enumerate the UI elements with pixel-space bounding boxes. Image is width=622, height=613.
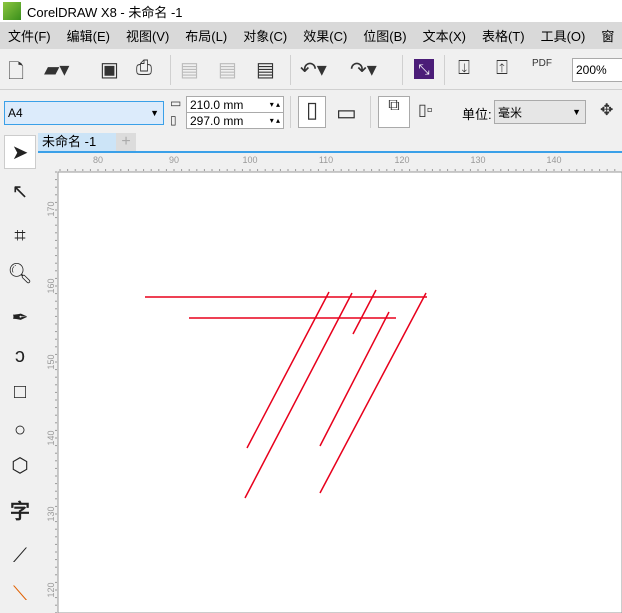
new-document-icon[interactable]: 🗋 bbox=[8, 57, 24, 91]
zoom-value: 200% bbox=[576, 63, 607, 77]
page-size-select[interactable]: A4 ▼ bbox=[4, 101, 164, 125]
connector-tool-icon[interactable]: ⟍ bbox=[4, 577, 36, 611]
page-size-value: A4 bbox=[8, 106, 23, 120]
menu-layout[interactable]: 布局(L) bbox=[185, 26, 227, 45]
ellipse-tool-icon[interactable]: ○ bbox=[4, 413, 36, 447]
property-bar: A4 ▼ ▭ 210.0 mm ▾ ▴ ▯ 297.0 mm ▾ ▴ ▯ ▭ ⧉ ▯▫… bbox=[0, 90, 622, 133]
undo-icon[interactable]: ↶▾ bbox=[300, 57, 327, 82]
text-tool-glyph: 字 bbox=[10, 501, 30, 523]
ruler-label: 80 bbox=[93, 155, 103, 165]
text-tool-icon[interactable]: 字 bbox=[4, 495, 36, 529]
zoom-level-input[interactable]: 200% bbox=[572, 58, 622, 82]
import-export-icon[interactable]: ⤡ bbox=[414, 59, 434, 79]
ruler-label: 160 bbox=[46, 278, 56, 293]
menu-bitmaps[interactable]: 位图(B) bbox=[363, 26, 406, 45]
menu-effects[interactable]: 效果(C) bbox=[303, 26, 347, 45]
width-icon: ▭ bbox=[170, 96, 182, 110]
page-height-input[interactable]: 297.0 mm ▾ ▴ bbox=[186, 112, 284, 129]
coreldraw-logo-icon bbox=[3, 2, 21, 20]
page-width-input[interactable]: 210.0 mm ▾ ▴ bbox=[186, 96, 284, 113]
menu-tools[interactable]: 工具(O) bbox=[541, 26, 586, 45]
pick-tool-icon[interactable]: ➤ bbox=[4, 135, 36, 169]
dimension-tool-icon[interactable]: ⟋ bbox=[4, 539, 36, 573]
artistic-media-icon[interactable]: ↄ bbox=[4, 339, 36, 373]
nudge-icon[interactable]: ✥ bbox=[600, 100, 613, 120]
ruler-label: 120 bbox=[394, 155, 409, 165]
units-label: 单位: bbox=[462, 107, 492, 122]
standard-toolbar: 🗋 ▰▾ ▣ ⎙ ▤ ▤ ▤ ↶▾ ↷▾ ⤡ ⍗ ⍐ PDF 200% bbox=[0, 49, 622, 90]
landscape-icon[interactable]: ▭ bbox=[336, 100, 357, 126]
canvas[interactable] bbox=[57, 171, 622, 613]
open-folder-icon[interactable]: ▰▾ bbox=[44, 57, 69, 82]
document-tab[interactable]: 未命名 -1 bbox=[38, 133, 116, 151]
ruler-label: 130 bbox=[470, 155, 485, 165]
units-value: 毫米 bbox=[498, 105, 523, 120]
export-icon[interactable]: ⍐ bbox=[496, 57, 508, 80]
page-width-value: 210.0 mm bbox=[190, 97, 244, 112]
pdf-label: PDF bbox=[532, 58, 552, 69]
ruler-label: 150 bbox=[46, 354, 56, 369]
all-pages-icon[interactable]: ⧉ bbox=[378, 96, 410, 128]
toolbox: ➤ ↖ ⌗ 🔍︎ ✒ ↄ □ ○ ⬡ 字 ⟋ ⟍ bbox=[0, 133, 38, 613]
ruler-label: 140 bbox=[46, 430, 56, 445]
import-icon[interactable]: ⍗ bbox=[458, 57, 470, 80]
drawing-area[interactable]: 80 90 100 110 120 130 140 170 160 150 14… bbox=[38, 153, 622, 613]
title-bar: CorelDRAW X8 - 未命名 -1 bbox=[0, 0, 622, 22]
ruler-label: 140 bbox=[546, 155, 561, 165]
portrait-icon[interactable]: ▯ bbox=[298, 96, 326, 128]
add-tab-button[interactable]: + bbox=[116, 133, 136, 151]
current-page-icon[interactable]: ▯▫ bbox=[418, 100, 432, 120]
paste-icon[interactable]: ▤ bbox=[256, 57, 275, 82]
ruler-label: 170 bbox=[46, 201, 56, 216]
menu-view[interactable]: 视图(V) bbox=[126, 26, 169, 45]
menu-object[interactable]: 对象(C) bbox=[243, 26, 287, 45]
height-icon: ▯ bbox=[170, 113, 177, 127]
cut-icon[interactable]: ▤ bbox=[180, 57, 199, 82]
menu-file[interactable]: 文件(F) bbox=[8, 26, 51, 45]
print-icon[interactable]: ⎙ bbox=[136, 57, 152, 80]
window-title: CorelDRAW X8 - 未命名 -1 bbox=[27, 4, 183, 20]
menu-window[interactable]: 窗 bbox=[601, 26, 614, 45]
menu-edit[interactable]: 编辑(E) bbox=[67, 26, 110, 45]
ruler-label: 90 bbox=[169, 155, 179, 165]
document-tabs: 未命名 -1 + bbox=[38, 133, 622, 153]
shape-tool-icon[interactable]: ↖ bbox=[4, 175, 36, 209]
redo-icon[interactable]: ↷▾ bbox=[350, 57, 377, 82]
menu-table[interactable]: 表格(T) bbox=[482, 26, 525, 45]
zoom-tool-icon[interactable]: 🔍︎ bbox=[4, 257, 36, 291]
save-icon[interactable]: ▣ bbox=[100, 57, 119, 82]
units-select[interactable]: 毫米 ▼ bbox=[494, 100, 586, 124]
menu-text[interactable]: 文本(X) bbox=[423, 26, 466, 45]
ruler-label: 130 bbox=[46, 506, 56, 521]
crop-tool-icon[interactable]: ⌗ bbox=[4, 219, 36, 253]
ruler-label: 120 bbox=[46, 582, 56, 597]
polygon-tool-icon[interactable]: ⬡ bbox=[4, 449, 36, 483]
menu-bar: 文件(F) 编辑(E) 视图(V) 布局(L) 对象(C) 效果(C) 位图(B… bbox=[0, 22, 622, 49]
copy-icon[interactable]: ▤ bbox=[218, 57, 237, 82]
pen-tool-icon[interactable]: ✒ bbox=[4, 301, 36, 335]
ruler-label: 100 bbox=[242, 155, 257, 165]
page-height-value: 297.0 mm bbox=[190, 113, 244, 128]
ruler-label: 110 bbox=[319, 155, 333, 165]
rectangle-tool-icon[interactable]: □ bbox=[4, 375, 36, 409]
publish-pdf-icon[interactable]: PDF bbox=[532, 59, 552, 69]
